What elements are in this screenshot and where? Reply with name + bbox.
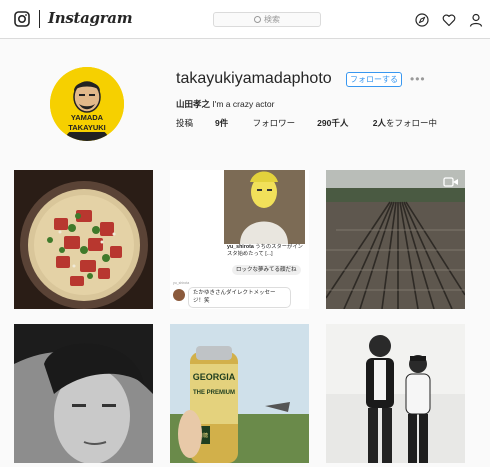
instagram-wordmark[interactable]: Instagram [48, 9, 133, 27]
screenshot-bubble: ロックな夢みてる顔だね [232, 265, 301, 275]
profile-bio-text: I'm a crazy actor [210, 99, 275, 109]
top-nav: Instagram 検索 [0, 0, 490, 39]
post-tile-portrait[interactable] [14, 324, 153, 463]
search-icon [254, 16, 261, 23]
post-tile-screenshot[interactable]: yu_shirota うちのスターがインスタ始めたって [...] ロックな夢み… [170, 170, 309, 309]
avatar-illustration: YAMADA TAKAYUKI [50, 67, 124, 141]
screenshot-reply-bubble: たかゆきさんダイレクトメッセージ！笑 [188, 287, 291, 308]
explore-compass-icon[interactable] [415, 13, 429, 27]
nav-divider [39, 10, 40, 28]
follow-button[interactable]: フォローする [346, 72, 402, 87]
posts-count: 投稿 9件 [176, 118, 229, 128]
search-input[interactable]: 検索 [213, 12, 321, 27]
railway-photo [326, 170, 465, 309]
duo-photo [326, 324, 465, 463]
screenshot-avatar [173, 289, 185, 301]
screenshot-caption: yu_shirota うちのスターがインスタ始めたって [...] [227, 244, 303, 257]
profile-username: takayukiyamadaphoto [176, 70, 332, 87]
can-brand-top: GEORGIA [193, 372, 236, 382]
portrait-photo [14, 324, 153, 463]
more-options-icon[interactable]: ••• [410, 72, 426, 86]
instagram-camera-icon[interactable] [14, 11, 30, 27]
profile-person-icon[interactable] [469, 13, 483, 27]
avatar-text-top: YAMADA [71, 113, 104, 122]
search-placeholder: 検索 [264, 15, 280, 24]
post-tile-coffee[interactable]: GEORGIA THE PREMIUM 微糖 [170, 324, 309, 463]
profile-avatar[interactable]: YAMADA TAKAYUKI [50, 67, 124, 141]
food-photo [14, 170, 153, 309]
screenshot-reply-user: yu_shirota [173, 281, 190, 285]
profile-full-name: 山田孝之 [176, 99, 211, 109]
profile-bio: 山田孝之 I'm a crazy actor [176, 98, 274, 110]
can-brand-main: THE PREMIUM [193, 390, 235, 396]
post-tile-railway[interactable] [326, 170, 465, 309]
following-count[interactable]: 2人をフォロー中 [373, 118, 459, 128]
profile-stats: 投稿 9件 フォロワー 290千人 2人をフォロー中 [176, 117, 481, 129]
post-tile-duo[interactable] [326, 324, 465, 463]
avatar-text-bottom: TAKAYUKI [68, 123, 106, 132]
followers-count[interactable]: フォロワー 290千人 [253, 118, 349, 128]
coffee-photo: GEORGIA THE PREMIUM 微糖 [170, 324, 309, 463]
post-tile-food[interactable] [14, 170, 153, 309]
activity-heart-icon[interactable] [442, 13, 456, 27]
